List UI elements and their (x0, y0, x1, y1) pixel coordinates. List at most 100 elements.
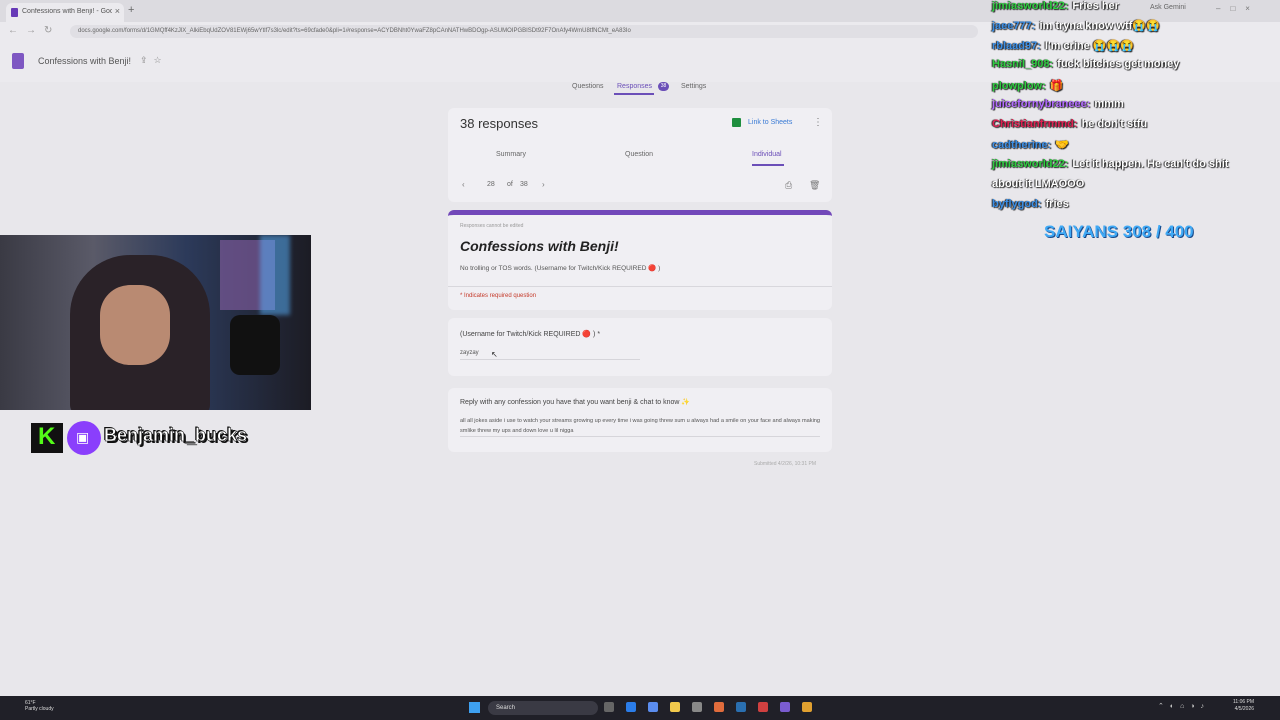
tab-settings[interactable]: Settings (681, 83, 706, 90)
submitted-timestamp: Submitted 4/2/26, 10:31 PM (754, 461, 816, 467)
forward-icon[interactable]: → (26, 25, 36, 36)
link-to-sheets-button[interactable]: Link to Sheets (748, 119, 792, 126)
steam-icon[interactable] (736, 702, 746, 712)
close-tab-icon[interactable]: × (115, 6, 120, 16)
chat-message: jaee777: im tryna know wtf😭😭 (992, 19, 1160, 32)
question-label-confession: Reply with any confession you have that … (460, 399, 691, 406)
chat-message: jimiasworld22: Let it happen. He can't do… (992, 158, 1228, 170)
system-tray[interactable]: ⌃◐⌂◑♪ (1158, 702, 1210, 710)
chat-text: 🤝 (1055, 139, 1069, 151)
google-forms-logo-icon[interactable] (12, 53, 24, 69)
subtab-question[interactable]: Question (625, 151, 653, 158)
windows-taskbar (0, 696, 1280, 720)
previous-response-icon[interactable]: ‹ (462, 180, 465, 189)
kick-k-glyph: K (38, 423, 56, 450)
taskbar-search[interactable]: Search (488, 701, 598, 715)
clock-date: 4/5/2026 (1234, 706, 1255, 712)
more-options-icon[interactable]: ⋮ (813, 117, 823, 128)
subtab-summary[interactable]: Summary (496, 151, 526, 158)
answer-underline (460, 436, 820, 437)
mouse-cursor-icon: ↖ (491, 350, 498, 359)
url-bar[interactable]: docs.google.com/forms/d/1GMQff4KzJlX_Alk… (70, 25, 978, 38)
document-title[interactable]: Confessions with Benji! (38, 56, 131, 66)
chat-username: jaee777: (992, 20, 1036, 32)
chat-username: Hasnil_908: (992, 58, 1054, 70)
tab-questions[interactable]: Questions (572, 83, 604, 90)
delete-icon[interactable]: 🗑 (809, 180, 820, 191)
chat-text: 🎁 (1049, 80, 1064, 92)
chat-message: Hasnil_908: fuck bitches get money (992, 58, 1179, 70)
divider (448, 286, 832, 287)
total-responses-number: 38 (520, 181, 528, 188)
chat-text: fries (1045, 198, 1069, 210)
weather-widget[interactable]: 61°F Partly cloudy (25, 700, 54, 712)
back-icon[interactable]: ← (8, 25, 18, 36)
answer-username: zayzay (460, 350, 479, 356)
windows-start-icon[interactable] (469, 702, 480, 713)
chat-username: Christianfrmmd: (992, 118, 1078, 130)
tab-responses[interactable]: Responses (617, 83, 652, 90)
form-description: No trolling or TOS words. (Username for … (460, 265, 661, 272)
title-actions[interactable]: ⇪☆ (140, 55, 168, 66)
chat-message: plowplow: 🎁 (992, 79, 1063, 92)
active-tab-indicator (614, 93, 654, 95)
chat-username: byflygod: (992, 198, 1042, 210)
reload-icon[interactable]: ↻ (44, 25, 52, 36)
app-icon[interactable] (714, 702, 724, 712)
current-response-number[interactable]: 28 (487, 181, 495, 188)
subtab-individual[interactable]: Individual (752, 151, 782, 158)
discord-icon[interactable] (780, 702, 790, 712)
chat-message: rblaad97: I'm crine 😭😭😭 (992, 39, 1134, 52)
weather-desc: Partly cloudy (25, 706, 54, 712)
twitch-glyph-icon: ▣ (76, 429, 90, 445)
clock-time: 11:06 PM (1233, 699, 1255, 705)
streamer-name: Benjamin_bucks (104, 425, 248, 446)
edge-icon[interactable] (626, 702, 636, 712)
forms-favicon-icon (11, 8, 18, 17)
star-icon[interactable]: ☆ (154, 55, 168, 65)
question-card-username (448, 318, 832, 376)
chrome-icon[interactable] (802, 702, 812, 712)
chat-message: about it LMAOOO (992, 178, 1084, 190)
chat-username: rblaad97: (992, 40, 1041, 52)
chat-username: cadtherine: (992, 139, 1052, 151)
taskbar-clock[interactable]: 11:06 PM 4/5/2026 (1233, 699, 1254, 713)
move-to-folder-icon[interactable]: ⇪ (140, 55, 154, 65)
chat-message: cadtherine: 🤝 (992, 138, 1069, 151)
chat-text: im tryna know wtf😭😭 (1039, 20, 1160, 32)
chat-message: byflygod: fries (992, 198, 1069, 210)
answer-confession: all all jokes aside i use to watch your … (460, 418, 821, 434)
answer-underline (460, 359, 640, 360)
chat-username: plowplow: (992, 80, 1046, 92)
responses-count-heading: 38 responses (460, 116, 539, 131)
obs-icon[interactable] (758, 702, 768, 712)
active-subtab-indicator (752, 164, 784, 166)
file-explorer-icon[interactable] (670, 702, 680, 712)
chat-text: Let it happen. He can't do shit (1072, 158, 1229, 170)
sheets-icon[interactable] (732, 118, 741, 127)
chat-text: mmm (1094, 98, 1124, 110)
browser-tab[interactable]: Confessions with Benji! - Google × (6, 3, 124, 22)
chat-text: fuck bitches get money (1057, 58, 1180, 70)
chat-text: about it LMAOOO (992, 178, 1085, 190)
settings-icon[interactable] (692, 702, 702, 712)
cannot-edit-note: Responses cannot be edited (460, 223, 524, 229)
new-tab-icon[interactable]: + (128, 4, 134, 16)
next-response-icon[interactable]: › (542, 180, 545, 189)
question-label-username: (Username for Twitch/Kick REQUIRED 🔴 ) * (460, 331, 601, 338)
chat-message: jimiasworld22: Fries her (992, 0, 1119, 12)
print-icon[interactable]: ⎙ (785, 180, 792, 191)
task-view-icon[interactable] (604, 702, 614, 712)
responses-count-badge: 38 (658, 82, 669, 91)
pager-of-label: of (507, 181, 513, 188)
sub-goal-counter: SAIYANS 308 / 400 (1044, 222, 1194, 241)
microphone-icon (230, 315, 280, 375)
browser-tab-title: Confessions with Benji! - Google (22, 8, 112, 15)
window-controls[interactable]: –□× (1216, 4, 1260, 13)
webcam-face (100, 285, 170, 365)
webcam-neon-light (260, 235, 290, 315)
chat-username: juicefornybraneee: (992, 98, 1091, 110)
ask-gemini-button[interactable]: Ask Gemini (1150, 4, 1186, 11)
chat-text: I'm crine 😭😭😭 (1044, 40, 1134, 52)
app-icon[interactable] (648, 702, 658, 712)
